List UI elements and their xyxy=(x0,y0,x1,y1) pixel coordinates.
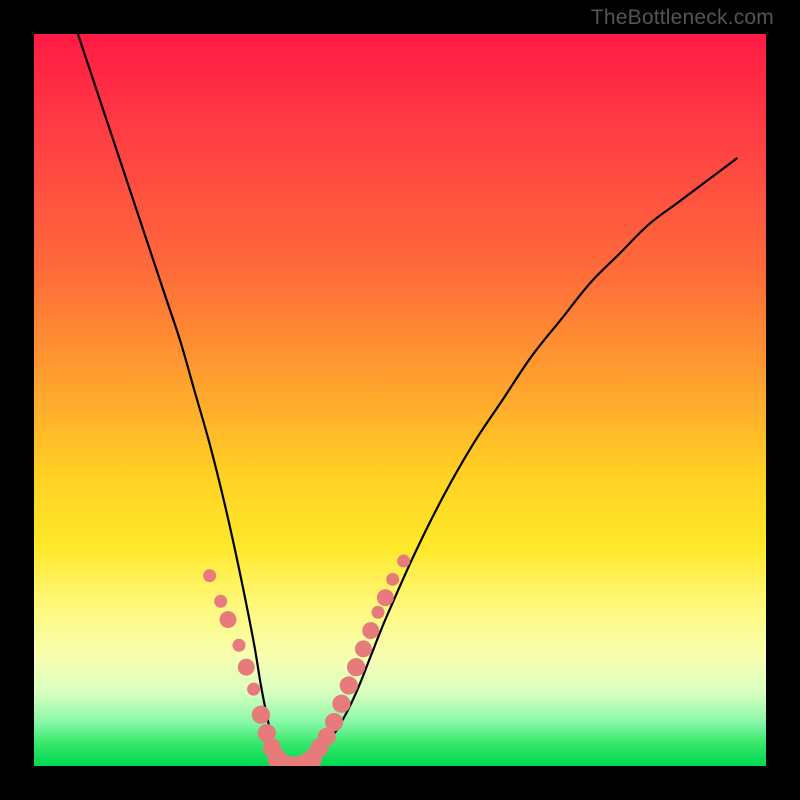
highlight-dot xyxy=(386,573,399,586)
highlight-dot xyxy=(238,659,255,676)
highlight-dot xyxy=(340,676,358,694)
highlight-dot xyxy=(247,683,260,696)
highlight-dot xyxy=(325,713,343,731)
bottleneck-curve xyxy=(78,34,737,766)
highlight-dot xyxy=(252,706,270,724)
highlight-dot xyxy=(214,595,227,608)
highlight-dot xyxy=(232,639,245,652)
highlight-dot xyxy=(220,611,237,628)
highlight-dot xyxy=(377,589,394,606)
highlight-dot xyxy=(362,622,379,639)
highlight-dots xyxy=(203,555,410,766)
chart-frame: TheBottleneck.com xyxy=(0,0,800,800)
highlight-dot xyxy=(332,695,350,713)
curve-layer xyxy=(34,34,766,766)
highlight-dot xyxy=(203,569,216,582)
highlight-dot xyxy=(372,606,385,619)
highlight-dot xyxy=(397,555,410,568)
watermark-text: TheBottleneck.com xyxy=(591,6,774,30)
highlight-dot xyxy=(347,658,365,676)
highlight-dot xyxy=(355,640,372,657)
plot-area xyxy=(34,34,766,766)
